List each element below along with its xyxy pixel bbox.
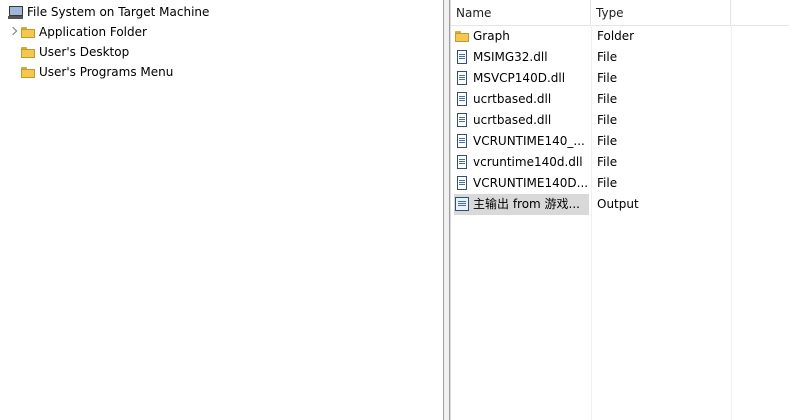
list-item-type: Folder — [597, 29, 635, 43]
list-item-name: 主输出 from 游戏... — [473, 197, 580, 211]
list-item[interactable]: VCRUNTIME140_... File — [451, 131, 789, 152]
list-item[interactable]: Graph Folder — [451, 26, 789, 47]
tree-item-label: User's Desktop — [39, 45, 130, 59]
file-icon — [454, 110, 470, 131]
list-item[interactable]: MSIMG32.dll File — [451, 47, 789, 68]
file-icon — [454, 152, 470, 173]
file-system-tree[interactable]: File System on Target Machine Applicatio… — [0, 0, 444, 420]
tree-item-label: Application Folder — [39, 25, 147, 39]
list-item-type: File — [597, 92, 618, 106]
list-item-type: Output — [597, 197, 639, 211]
column-header-empty — [731, 0, 789, 25]
list-item-selected[interactable]: 主输出 from 游戏... Output — [451, 194, 789, 215]
file-icon — [454, 47, 470, 68]
output-icon — [454, 194, 470, 215]
list-item[interactable]: VCRUNTIME140D... File — [451, 173, 789, 194]
list-item-name: Graph — [473, 29, 510, 43]
file-icon — [454, 131, 470, 152]
folder-icon — [20, 42, 36, 62]
list-header: Name Type — [451, 0, 789, 26]
file-icon — [454, 89, 470, 110]
list-item-type: File — [597, 155, 618, 169]
list-item[interactable]: vcruntime140d.dll File — [451, 152, 789, 173]
computer-icon — [8, 2, 24, 22]
list-item-name: MSVCP140D.dll — [473, 71, 566, 85]
list-item[interactable]: MSVCP140D.dll File — [451, 68, 789, 89]
folder-icon — [454, 26, 470, 47]
list-item-type: File — [597, 176, 618, 190]
file-system-editor: File System on Target Machine Applicatio… — [0, 0, 789, 420]
list-item-name: VCRUNTIME140_... — [473, 134, 585, 148]
list-item-name: ucrtbased.dll — [473, 92, 552, 106]
list-item-name: ucrtbased.dll — [473, 113, 552, 127]
file-list-view[interactable]: Name Type Graph Folder MSIMG32.dll File … — [450, 0, 789, 420]
tree-item-application-folder[interactable]: Application Folder — [8, 22, 147, 42]
folder-icon — [20, 62, 36, 82]
chevron-right-icon[interactable] — [8, 22, 20, 42]
list-item-name: VCRUNTIME140D... — [473, 176, 589, 190]
list-item[interactable]: ucrtbased.dll File — [451, 110, 789, 131]
file-icon — [454, 173, 470, 194]
folder-icon — [20, 22, 36, 42]
tree-root-file-system[interactable]: File System on Target Machine — [8, 2, 209, 22]
tree-item-users-desktop[interactable]: User's Desktop — [8, 42, 129, 62]
column-header-name[interactable]: Name — [451, 0, 591, 25]
list-item[interactable]: ucrtbased.dll File — [451, 89, 789, 110]
list-item-type: File — [597, 113, 618, 127]
tree-item-label: User's Programs Menu — [39, 65, 174, 79]
tree-root-label: File System on Target Machine — [27, 5, 210, 19]
list-item-type: File — [597, 134, 618, 148]
list-item-name: vcruntime140d.dll — [473, 155, 583, 169]
list-item-type: File — [597, 71, 618, 85]
list-item-name: MSIMG32.dll — [473, 50, 548, 64]
tree-item-users-programs-menu[interactable]: User's Programs Menu — [8, 62, 173, 82]
file-icon — [454, 68, 470, 89]
column-header-type[interactable]: Type — [591, 0, 731, 25]
list-item-type: File — [597, 50, 618, 64]
